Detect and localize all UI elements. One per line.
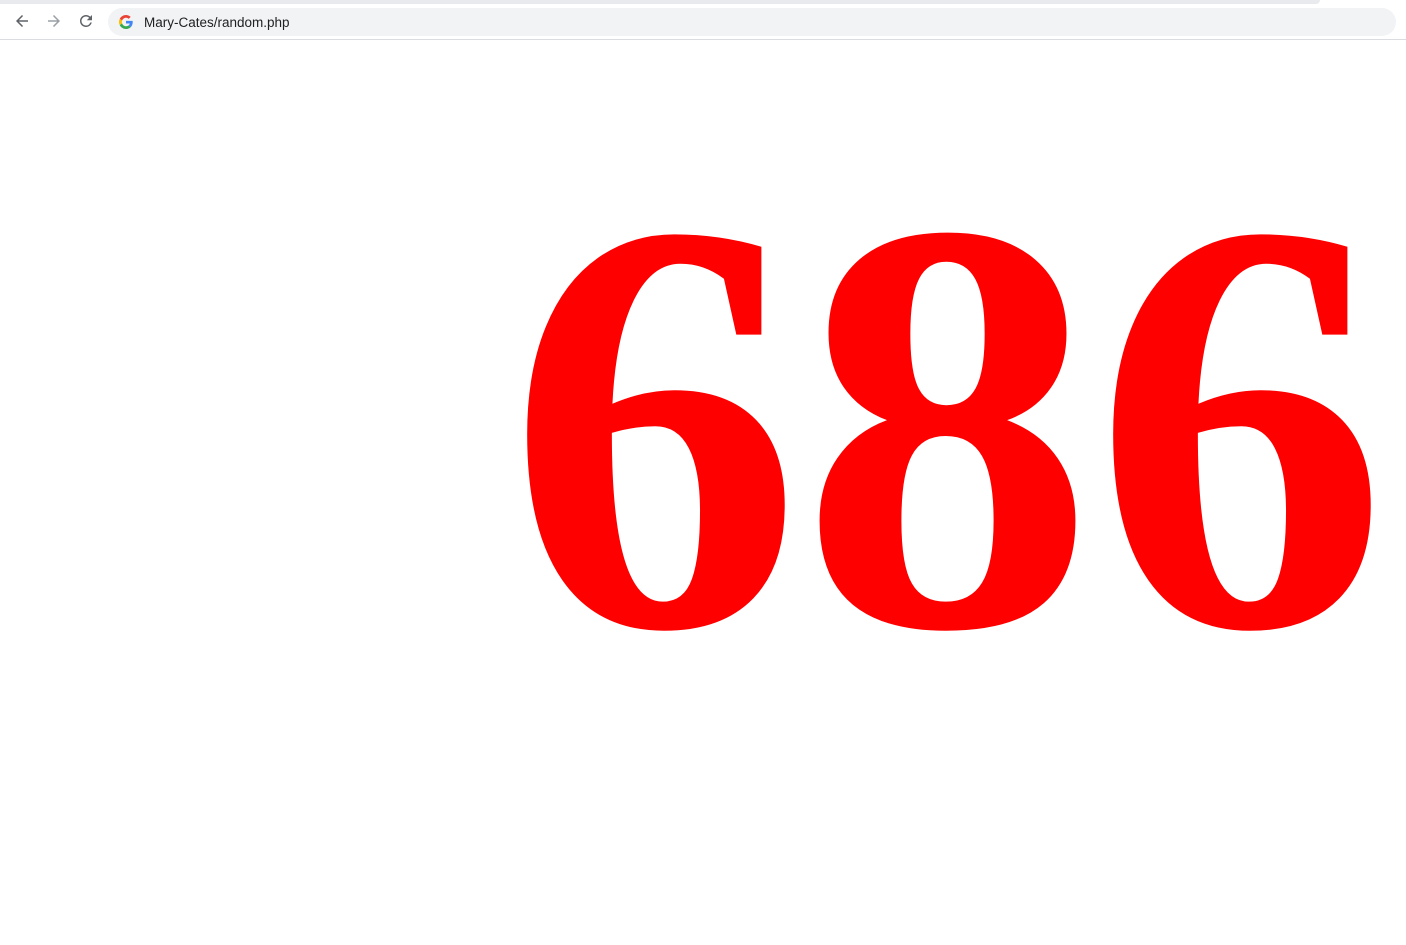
back-button[interactable]	[9, 8, 35, 34]
reload-button[interactable]	[73, 8, 99, 34]
arrow-left-icon	[16, 15, 28, 27]
browser-toolbar: Mary-Cates/random.php	[0, 0, 1406, 40]
reload-icon	[80, 14, 92, 27]
google-g-icon	[118, 14, 134, 30]
tab-strip-edge	[0, 0, 1320, 4]
url-text[interactable]: Mary-Cates/random.php	[144, 15, 290, 30]
address-bar[interactable]: Mary-Cates/random.php	[108, 8, 1396, 36]
arrow-right-icon	[48, 15, 60, 27]
random-number: 686	[507, 99, 1388, 753]
page-content: 686	[0, 41, 1406, 945]
forward-button[interactable]	[41, 8, 67, 34]
